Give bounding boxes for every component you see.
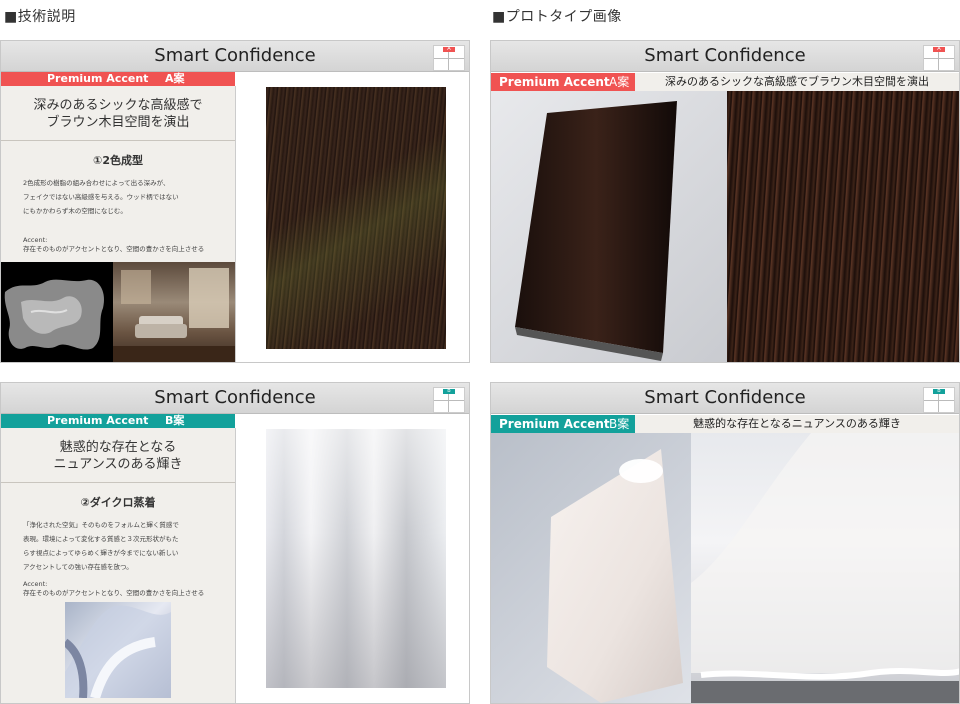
ribbon-option: B案 [609,417,630,431]
thumbnail-tab: A [443,47,455,52]
premium-accent-ribbon: Premium Accent B案 [1,414,235,428]
description-pane: 深みのあるシックな高級感で ブラウン木目空間を演出 ①2色成型 2色成形の樹脂の… [1,86,236,362]
headline: 深みのあるシックな高級感で ブラウン木目空間を演出 [1,97,235,131]
card-header: Smart Confidence A [1,41,469,72]
ribbon-option: A案 [609,75,630,89]
wood-grain-closeup [727,91,959,362]
tech-card-a: Smart Confidence A Premium Accent A案 深みの… [0,40,470,363]
thumbnail-tab: B [443,389,455,394]
headline-line: ブラウン木目空間を演出 [46,115,190,130]
headline: 魅惑的な存在となる ニュアンスのある輝き [1,439,235,473]
tech-card-b: Smart Confidence B Premium Accent B案 魅惑的… [0,382,470,704]
accent-title: Accent: [23,236,48,244]
feature-title: ②ダイクロ蒸着 [80,496,156,509]
prototype-card-a: Smart Confidence A Premium Accent A案 深みの… [490,40,960,363]
description-line: 表現。環境によって変化する質感と３次元形状がもた [23,535,179,543]
ribbon-label: Premium Accent [499,75,610,89]
page-thumbnail-icon: A [433,45,465,71]
prototype-panel-photo [491,433,691,703]
description-line: にもかかわらず木の空間になじむ。 [23,207,127,215]
card-title: Smart Confidence [644,387,806,408]
page-thumbnail-icon: A [923,45,955,71]
card-header: Smart Confidence B [1,383,469,414]
description-line: らす視点によってゆらめく輝きが今までにない新しい [23,549,179,557]
feature-description: 2色成形の樹脂の組み合わせによって出る深みが、 フェイクではない高級感を与える。… [23,176,227,218]
accent-text: 存在そのものがアクセントとなり、空間の豊かさを向上させる [23,589,205,597]
card-title: Smart Confidence [154,387,316,408]
dichroic-sample-photo [62,602,171,700]
accent-note: Accent: 存在そのものがアクセントとなり、空間の豊かさを向上させる [23,580,229,598]
premium-accent-ribbon: Premium Accent A案 [1,72,235,86]
thumbnail-tab: B [933,389,945,394]
page-thumbnail-icon: B [923,387,955,413]
premium-accent-ribbon: Premium Accent A案 [491,73,635,91]
description-line: 2色成形の樹脂の組み合わせによって出る深みが、 [23,179,170,187]
description-line: フェイクではない高級感を与える。ウッド柄ではない [23,193,179,201]
card-header: Smart Confidence B [491,383,959,414]
wood-grain-sample [266,87,446,349]
ribbon-label: Premium Accent [47,72,149,85]
ribbon-option: A案 [165,72,185,85]
card-header: Smart Confidence A [491,41,959,72]
prototype-caption: 深みのあるシックな高級感でブラウン木目空間を演出 [635,73,959,91]
ribbon-label: Premium Accent [499,417,610,431]
card-title: Smart Confidence [644,45,806,66]
interior-room-photo [113,262,235,362]
headline-line: 深みのあるシックな高級感で [33,98,203,113]
description-line: 「浄化された空気」そのものをフォルムと輝く質感で [23,521,179,529]
section-label-technical: ■技術説明 [4,9,76,25]
section-label-prototype: ■プロトタイプ画像 [492,9,622,25]
thumbnail-tab: A [933,47,945,52]
heatmap-image [1,262,113,362]
premium-accent-ribbon: Premium Accent B案 [491,415,635,433]
accent-text: 存在そのものがアクセントとなり、空間の豊かさを向上させる [23,245,205,253]
dichroic-sample [266,429,446,688]
ribbon-label: Premium Accent [47,414,149,427]
accent-title: Accent: [23,580,48,588]
description-pane: 魅惑的な存在となる ニュアンスのある輝き ②ダイクロ蒸着 「浄化された空気」その… [1,428,236,703]
description-line: アクセントしての強い存在感を放つ。 [23,563,133,571]
headline-line: 魅惑的な存在となる [59,440,177,455]
accent-note: Accent: 存在そのものがアクセントとなり、空間の豊かさを向上させる [23,236,229,254]
card-title: Smart Confidence [154,45,316,66]
page-thumbnail-icon: B [433,387,465,413]
feature-title: ①2色成型 [93,154,143,167]
headline-line: ニュアンスのある輝き [53,457,183,472]
prototype-caption: 魅惑的な存在となるニュアンスのある輝き [635,415,959,433]
prototype-edge-closeup [691,433,959,703]
prototype-card-b: Smart Confidence B Premium Accent B案 魅惑的… [490,382,960,704]
ribbon-option: B案 [165,414,185,427]
prototype-panel-photo [491,91,727,362]
feature-description: 「浄化された空気」そのものをフォルムと輝く質感で 表現。環境によって変化する質感… [23,518,227,574]
